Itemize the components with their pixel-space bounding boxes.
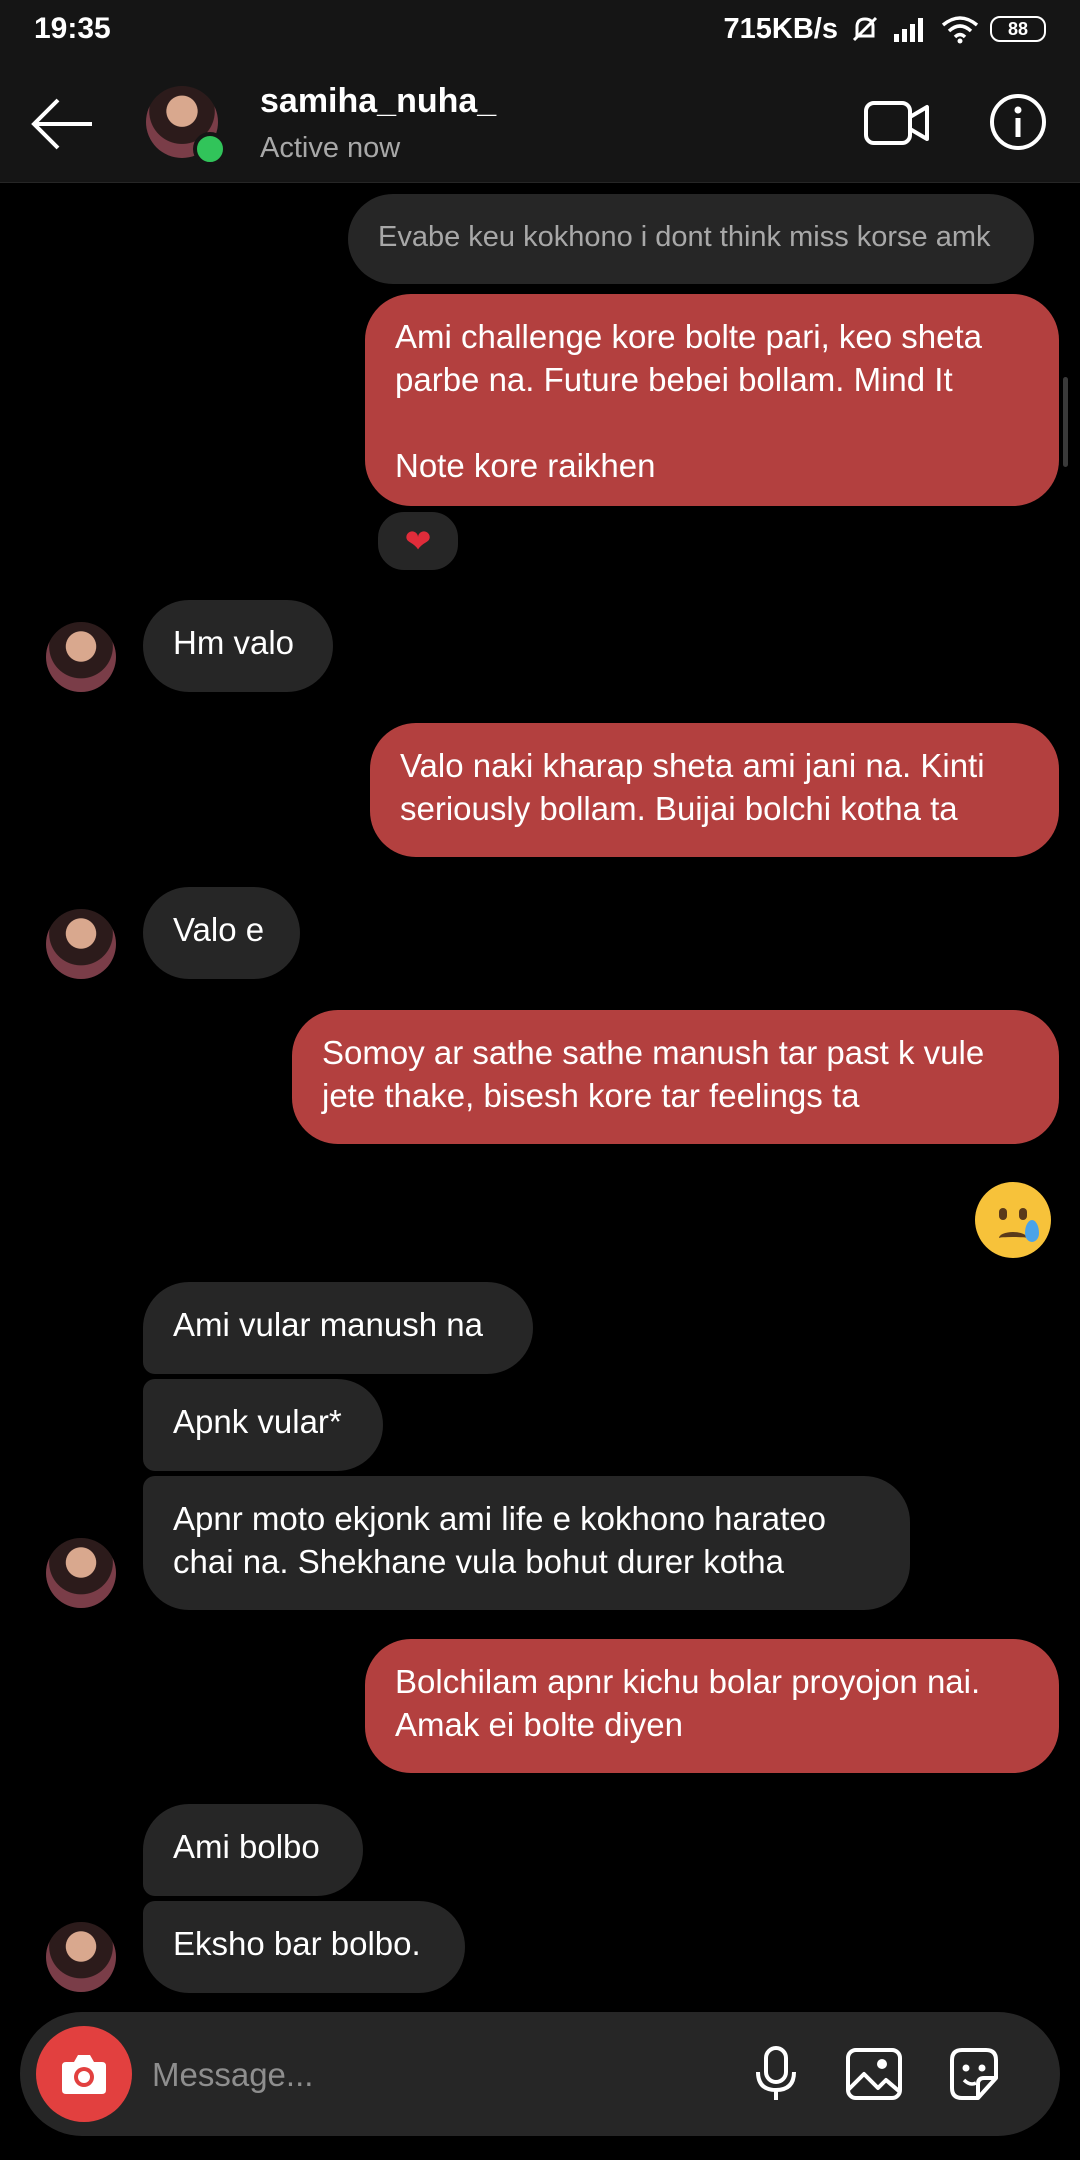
incoming-message[interactable]: Eksho bar bolbo. (143, 1901, 465, 1993)
incoming-message[interactable]: Ami vular manush na (143, 1282, 533, 1374)
emoji-eye (1019, 1208, 1027, 1220)
contact-username[interactable]: samiha_nuha_ (260, 82, 496, 121)
sticker-icon[interactable] (942, 2042, 1006, 2106)
active-status: Active now (260, 132, 401, 164)
outgoing-message[interactable]: Somoy ar sathe sathe manush tar past k v… (292, 1010, 1059, 1144)
reply-preview-message[interactable]: Evabe keu kokhono i dont think miss kors… (348, 194, 1034, 284)
incoming-message[interactable]: Apnr moto ekjonk ami life e kokhono hara… (143, 1476, 910, 1610)
wifi-icon (941, 16, 979, 44)
online-status-dot (193, 132, 227, 166)
message-input[interactable] (150, 2050, 754, 2100)
signal-icon (894, 18, 923, 42)
emoji-eye (999, 1208, 1007, 1220)
status-indicators: 715KB/s 88 (724, 12, 1046, 46)
outgoing-message[interactable]: Bolchilam apnr kichu bolar proyojon nai.… (365, 1639, 1059, 1773)
status-bar: 19:35 715KB/s 88 (0, 0, 1080, 62)
status-time: 19:35 (34, 12, 111, 45)
incoming-message[interactable]: Apnk vular* (143, 1379, 383, 1471)
microphone-icon[interactable] (744, 2042, 808, 2106)
emoji-mouth (999, 1232, 1027, 1244)
outgoing-message[interactable]: Ami challenge kore bolte pari, keo sheta… (365, 294, 1059, 506)
sender-avatar[interactable] (46, 1922, 116, 1992)
message-composer (20, 2012, 1060, 2136)
camera-icon (62, 2055, 106, 2094)
chat-header: samiha_nuha_ Active now (0, 62, 1080, 183)
message-thread[interactable]: Evabe keu kokhono i dont think miss kors… (0, 182, 1080, 2012)
incoming-message[interactable]: Ami bolbo (143, 1804, 363, 1896)
scrollbar[interactable] (1063, 377, 1068, 467)
incoming-message[interactable]: Hm valo (143, 600, 333, 692)
battery-indicator: 88 (990, 16, 1046, 42)
camera-button[interactable] (36, 2026, 132, 2122)
incoming-message[interactable]: Valo e (143, 887, 300, 979)
sender-avatar[interactable] (46, 622, 116, 692)
crying-face-icon[interactable] (975, 1182, 1051, 1258)
video-call-icon[interactable] (864, 98, 930, 148)
back-arrow-icon[interactable] (28, 96, 98, 152)
info-icon[interactable] (988, 92, 1048, 152)
mute-icon (852, 16, 878, 42)
sender-avatar[interactable] (46, 909, 116, 979)
sender-avatar[interactable] (46, 1538, 116, 1608)
heart-reaction-icon[interactable]: ❤ (374, 508, 462, 574)
network-speed: 715KB/s (723, 12, 838, 45)
outgoing-message[interactable]: Valo naki kharap sheta ami jani na. Kint… (370, 723, 1059, 857)
gallery-icon[interactable] (842, 2042, 906, 2106)
emoji-tear (1025, 1220, 1039, 1242)
